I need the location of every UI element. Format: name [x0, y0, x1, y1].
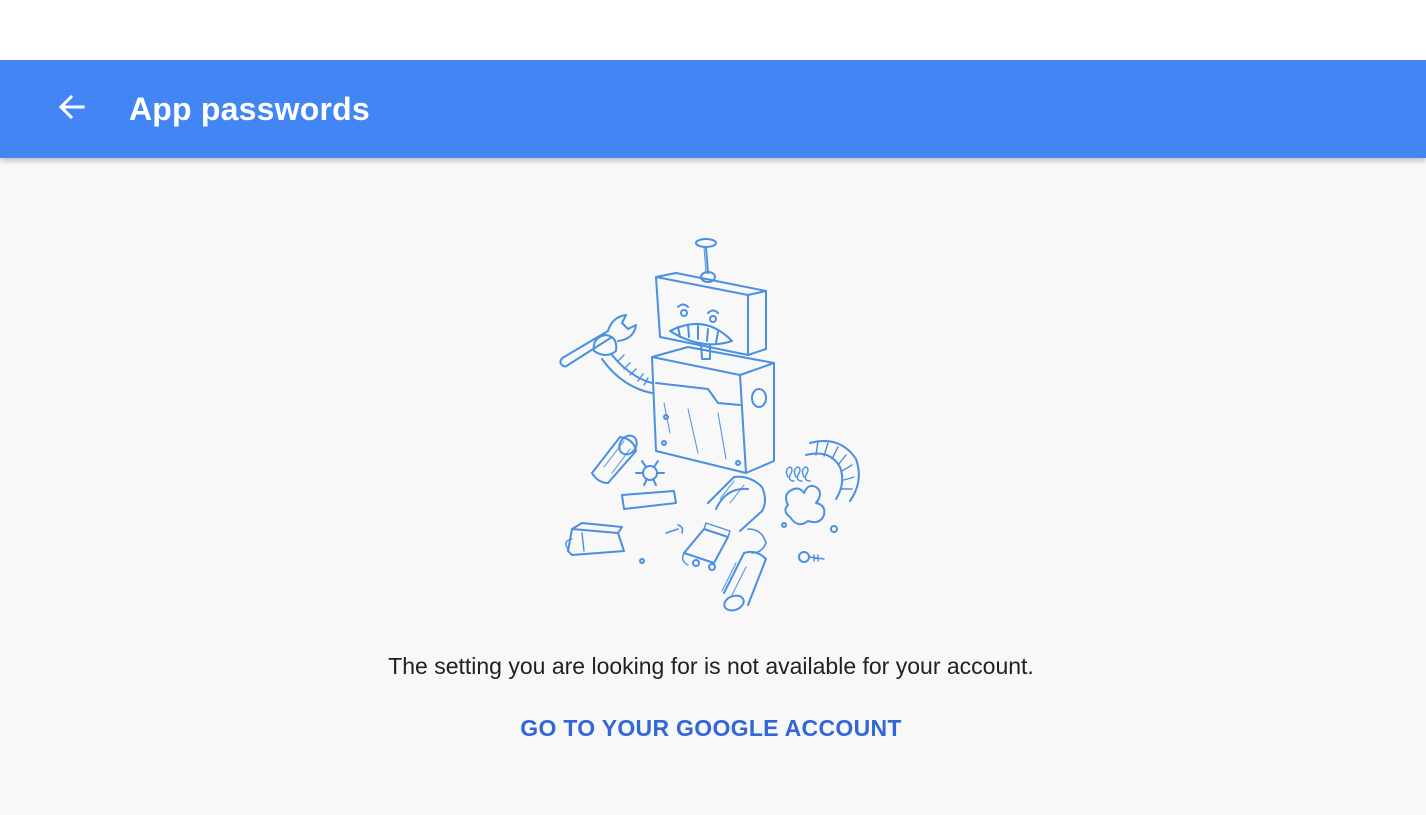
broken-robot-illustration [548, 233, 878, 618]
go-to-google-account-link[interactable]: GO TO YOUR GOOGLE ACCOUNT [520, 715, 902, 741]
app-bar: App passwords [0, 60, 1426, 158]
main-content: The setting you are looking for is not a… [0, 158, 1426, 815]
arrow-back-icon [56, 91, 88, 128]
unavailable-message: The setting you are looking for is not a… [388, 653, 1034, 679]
back-button[interactable] [48, 85, 96, 133]
page-title: App passwords [129, 91, 370, 127]
top-strip [0, 0, 1426, 60]
go-to-google-account-link-row: GO TO YOUR GOOGLE ACCOUNT [0, 713, 1422, 743]
